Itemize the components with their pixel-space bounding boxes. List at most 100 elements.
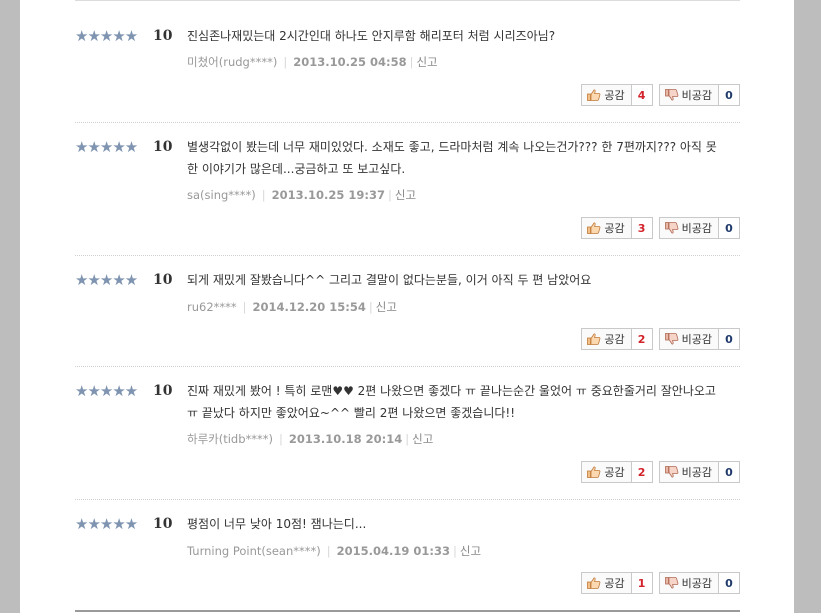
disagree-label-wrap: 비공감 xyxy=(660,329,718,349)
review-item: ★★★★★ 10 별생각없이 봤는데 너무 재미있었다. 소재도 좋고, 드라마… xyxy=(75,139,740,256)
disagree-button[interactable]: 비공감 0 xyxy=(658,572,740,594)
disagree-label: 비공감 xyxy=(681,466,712,479)
report-link[interactable]: 신고 xyxy=(416,55,437,69)
vote-buttons: 공감 1 비공감 0 xyxy=(581,572,740,594)
meta-divider: | xyxy=(409,55,414,69)
agree-label: 공감 xyxy=(604,333,625,346)
rating-score: 10 xyxy=(153,516,173,532)
agree-count: 4 xyxy=(630,85,652,105)
review-meta: 미쳤어(rudg****) | 2013.10.25 04:58 | 신고 xyxy=(187,55,438,69)
agree-button[interactable]: 공감 1 xyxy=(581,572,653,594)
rating-stars: ★★★★★ xyxy=(75,271,138,289)
review-text: 되게 재밌게 잘봤습니다^^ 그리고 결말이 없다는분들, 이거 아직 두 편 … xyxy=(187,273,592,287)
meta-divider: | xyxy=(283,55,288,69)
agree-label: 공감 xyxy=(604,577,625,590)
review-meta: Turning Point(sean****) | 2015.04.19 01:33… xyxy=(187,544,481,558)
thumbs-up-icon xyxy=(587,222,601,234)
reviewer-name[interactable]: 미쳤어(rudg****) xyxy=(187,55,277,69)
rating-score: 10 xyxy=(153,28,173,44)
disagree-label-wrap: 비공감 xyxy=(660,85,718,105)
thumbs-down-icon xyxy=(664,222,678,234)
report-link[interactable]: 신고 xyxy=(395,188,416,202)
rating-score: 10 xyxy=(153,272,173,288)
report-link[interactable]: 신고 xyxy=(460,544,481,558)
meta-divider: | xyxy=(279,432,283,446)
rating-stars: ★★★★★ xyxy=(75,27,138,45)
agree-label: 공감 xyxy=(604,222,625,235)
agree-count: 1 xyxy=(630,573,652,593)
agree-count: 2 xyxy=(630,329,652,349)
rating-score: 10 xyxy=(153,139,173,155)
meta-divider: | xyxy=(405,432,410,446)
agree-label: 공감 xyxy=(604,89,625,102)
review-item: ★★★★★ 10 진짜 재밌게 봤어 ! 특히 로맨♥♥ 2편 나왔으면 좋겠다… xyxy=(75,383,740,500)
disagree-count: 0 xyxy=(718,218,739,238)
review-text: 별생각없이 봤는데 너무 재미있었다. 소재도 좋고, 드라마처럼 계속 나오는… xyxy=(187,140,717,176)
review-date: 2015.04.19 01:33 xyxy=(336,544,450,558)
disagree-count: 0 xyxy=(718,329,739,349)
meta-divider: | xyxy=(368,300,373,314)
rating-score: 10 xyxy=(153,383,173,399)
disagree-label: 비공감 xyxy=(681,222,712,235)
vote-buttons: 공감 3 비공감 0 xyxy=(581,217,740,239)
vote-buttons: 공감 4 비공감 0 xyxy=(581,84,740,106)
agree-label: 공감 xyxy=(604,466,625,479)
top-divider xyxy=(75,0,740,1)
disagree-count: 0 xyxy=(718,85,739,105)
disagree-label: 비공감 xyxy=(681,577,712,590)
disagree-count: 0 xyxy=(718,573,739,593)
vote-buttons: 공감 2 비공감 0 xyxy=(581,461,740,483)
disagree-label-wrap: 비공감 xyxy=(660,218,718,238)
thumbs-down-icon xyxy=(664,577,678,589)
disagree-button[interactable]: 비공감 0 xyxy=(658,328,740,350)
thumbs-up-icon xyxy=(587,577,601,589)
agree-label-wrap: 공감 xyxy=(582,573,630,593)
rating-stars: ★★★★★ xyxy=(75,382,138,400)
agree-label-wrap: 공감 xyxy=(582,218,630,238)
disagree-label: 비공감 xyxy=(681,333,712,346)
review-item: ★★★★★ 10 진심존나재밌는대 2시간인대 하나도 안지루함 해리포터 처럼… xyxy=(75,28,740,123)
disagree-label: 비공감 xyxy=(681,89,712,102)
reviewer-name[interactable]: 하루카(tidb****) xyxy=(187,432,273,446)
agree-label-wrap: 공감 xyxy=(582,85,630,105)
review-meta: 하루카(tidb****) | 2013.10.18 20:14 | 신고 xyxy=(187,432,433,446)
review-text: 평점이 너무 낮아 10점! 잼나는디... xyxy=(187,517,367,531)
meta-divider: | xyxy=(326,544,331,558)
review-item: ★★★★★ 10 평점이 너무 낮아 10점! 잼나는디... Turning … xyxy=(75,516,740,610)
disagree-button[interactable]: 비공감 0 xyxy=(658,217,740,239)
thumbs-up-icon xyxy=(587,89,601,101)
thumbs-down-icon xyxy=(664,89,678,101)
meta-divider: | xyxy=(261,188,266,202)
bottom-divider xyxy=(75,610,740,612)
review-date: 2013.10.25 19:37 xyxy=(271,188,386,202)
review-text: 진심존나재밌는대 2시간인대 하나도 안지루함 해리포터 처럼 시리즈아님? xyxy=(187,29,556,43)
vote-buttons: 공감 2 비공감 0 xyxy=(581,328,740,350)
meta-divider: | xyxy=(453,544,457,558)
agree-button[interactable]: 공감 2 xyxy=(581,461,653,483)
disagree-label-wrap: 비공감 xyxy=(660,462,718,482)
disagree-label-wrap: 비공감 xyxy=(660,573,718,593)
agree-button[interactable]: 공감 3 xyxy=(581,217,653,239)
review-date: 2013.10.18 20:14 xyxy=(288,432,403,446)
review-item: ★★★★★ 10 되게 재밌게 잘봤습니다^^ 그리고 결말이 없다는분들, 이… xyxy=(75,272,740,367)
meta-divider: | xyxy=(388,188,392,202)
meta-divider: | xyxy=(242,300,247,314)
reviewer-name[interactable]: Turning Point(sean****) xyxy=(187,544,321,558)
review-meta: ru62**** | 2014.12.20 15:54 | 신고 xyxy=(187,300,397,314)
agree-label-wrap: 공감 xyxy=(582,329,630,349)
thumbs-up-icon xyxy=(587,333,601,345)
disagree-button[interactable]: 비공감 0 xyxy=(658,461,740,483)
rating-stars: ★★★★★ xyxy=(75,138,138,156)
disagree-button[interactable]: 비공감 0 xyxy=(658,84,740,106)
report-link[interactable]: 신고 xyxy=(412,432,433,446)
reviewer-name[interactable]: sa(sing****) xyxy=(187,188,256,202)
reviewer-name[interactable]: ru62**** xyxy=(187,300,237,314)
rating-stars: ★★★★★ xyxy=(75,515,138,533)
disagree-count: 0 xyxy=(718,462,739,482)
report-link[interactable]: 신고 xyxy=(376,300,397,314)
agree-button[interactable]: 공감 4 xyxy=(581,84,653,106)
agree-label-wrap: 공감 xyxy=(582,462,630,482)
thumbs-down-icon xyxy=(664,466,678,478)
review-date: 2014.12.20 15:54 xyxy=(252,300,366,314)
agree-button[interactable]: 공감 2 xyxy=(581,328,653,350)
